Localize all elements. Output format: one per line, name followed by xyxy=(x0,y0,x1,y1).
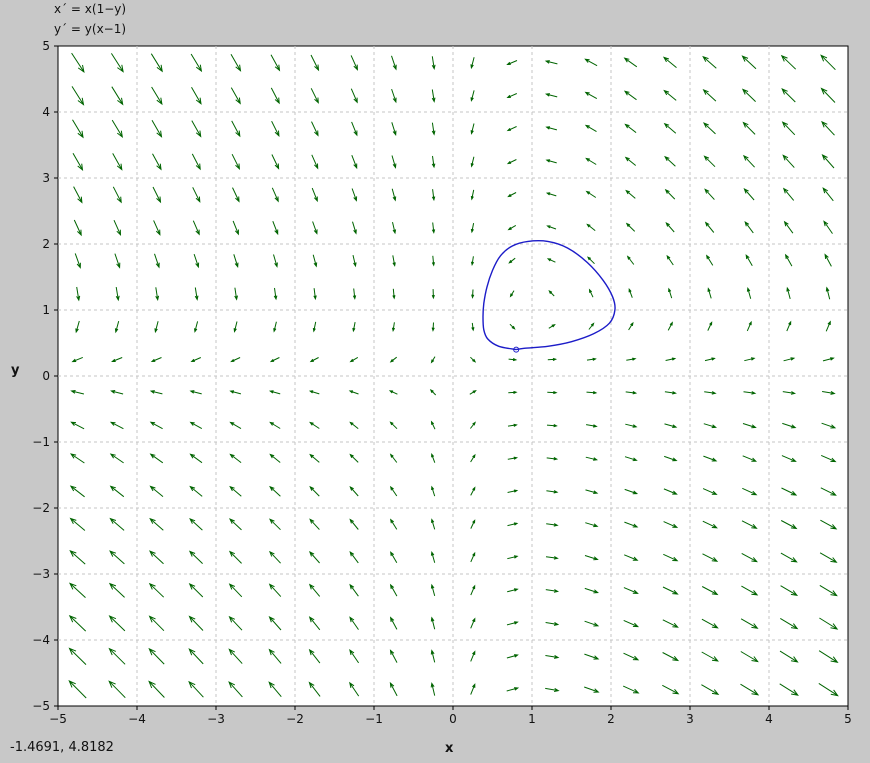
y-tick-label: −2 xyxy=(32,501,50,515)
x-tick-label: 4 xyxy=(765,712,773,726)
y-tick-label: −4 xyxy=(32,633,50,647)
x-tick-label: −5 xyxy=(49,712,67,726)
y-tick-label: 4 xyxy=(42,105,50,119)
x-tick-label: −1 xyxy=(365,712,383,726)
y-tick-label: −3 xyxy=(32,567,50,581)
y-tick-label: 0 xyxy=(42,369,50,383)
phase-plane-chart[interactable]: −5 −4 −3 −2 −1 0 1 2 3 4 5 −5 −4 −3 −2 −1 0 1 2 3 4 5 xyxy=(0,0,870,763)
y-tick-label: 2 xyxy=(42,237,50,251)
x-tick-label: 2 xyxy=(607,712,615,726)
y-axis-label: y xyxy=(11,363,20,378)
x-axis-label: x xyxy=(445,741,454,756)
y-tick-label: 1 xyxy=(42,303,50,317)
x-tick-label: −2 xyxy=(286,712,304,726)
cursor-coordinates: -1.4691, 4.8182 xyxy=(10,740,114,755)
x-tick-label: 1 xyxy=(528,712,536,726)
x-tick-label: 5 xyxy=(844,712,852,726)
y-tick-label: 5 xyxy=(42,39,50,53)
y-tick-label: −1 xyxy=(32,435,50,449)
y-tick-label: −5 xyxy=(32,699,50,713)
x-tick-label: −4 xyxy=(128,712,146,726)
x-tick-label: −3 xyxy=(207,712,225,726)
y-tick-label: 3 xyxy=(42,171,50,185)
x-tick-label: 0 xyxy=(449,712,457,726)
x-tick-label: 3 xyxy=(686,712,694,726)
